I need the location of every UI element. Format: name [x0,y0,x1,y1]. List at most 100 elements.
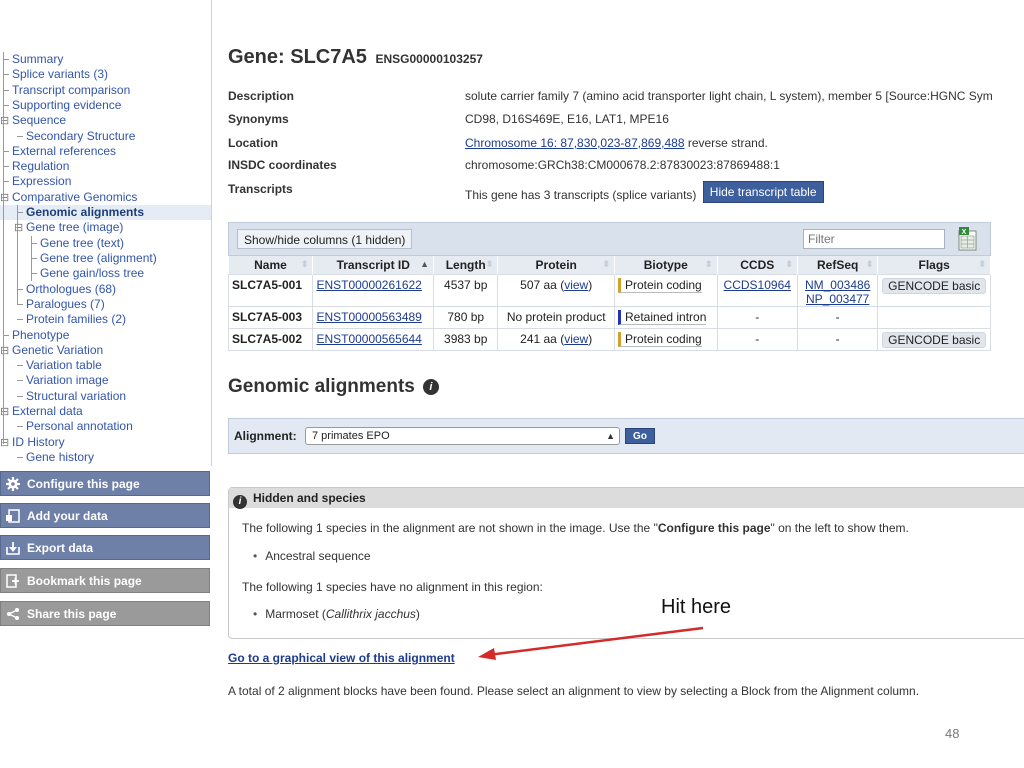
column-header[interactable]: Flags ⬍ [877,256,991,274]
alignment-label: Alignment: [234,429,297,443]
sidebar-item[interactable]: Regulation [0,159,69,174]
hidden-text-post: " on the left to show them. [770,521,909,535]
protein-view-link[interactable]: view [564,332,588,346]
sidebar-item-label: Expression [12,174,72,188]
refseq-empty: - [835,331,840,346]
cell-transcript-id: ENST00000563489 [312,305,435,329]
column-header[interactable]: Length ⬍ [433,256,499,274]
sidebar-item-label: Sequence [12,113,67,127]
configure-this-pagebutton[interactable]: Configure this page [0,471,210,496]
sidebar-item[interactable]: Variation table [0,358,102,373]
graphical-view-link[interactable]: Go to a graphical view of this alignment [228,651,455,665]
transcript-table: Name ⬍ Transcript ID ▲ Length ⬍ Protein ⬍ Biotyp… [227,256,991,351]
sort-icon[interactable]: ⬍ [866,259,874,270]
transcript-id-link[interactable]: ENST00000563489 [316,310,421,324]
cell-length: 4537 bp [433,273,499,307]
sort-icon[interactable]: ⬍ [785,259,793,270]
sidebar-item[interactable]: External references [0,144,116,159]
tree-connector [17,426,23,427]
sidebar-item[interactable]: Paralogues (7) [0,297,105,312]
sort-icon[interactable]: ▲ [420,259,429,269]
protein-view-link[interactable]: view [564,278,588,292]
sidebar-item[interactable]: ⊟ External data [0,404,83,419]
sort-icon[interactable]: ⬍ [602,259,610,270]
sidebar-item[interactable]: ⊟ Sequence [0,113,66,128]
sidebar-item[interactable]: Gene gain/loss tree [0,266,144,281]
column-header[interactable]: Name ⬍ [228,256,314,274]
transcript-name: SLC7A5-001 [232,277,303,292]
species-latin-name: Callithrix jacchus [325,607,416,621]
collapse-toggle-icon[interactable]: ⊟ [14,221,26,236]
sidebar-item[interactable]: ⊟ Comparative Genomics [0,190,137,205]
sidebar-item-label: Personal annotation [26,419,133,433]
cell-ccds: - [716,327,798,351]
transcript-id-link[interactable]: ENST00000565644 [316,332,421,346]
tree-connector [3,52,4,444]
column-header[interactable]: CCDS ⬍ [717,256,798,274]
sidebar-item[interactable]: Transcript comparison [0,83,130,98]
collapse-toggle-icon[interactable]: ⊟ [0,436,12,451]
sidebar-item[interactable]: ⊟ ID History [0,435,65,450]
cell-biotype: Protein coding [614,327,718,351]
biotype-label[interactable]: Protein coding [618,277,702,293]
bookmark-icon [5,573,21,589]
cell-protein: No protein product [497,305,615,329]
table-row: SLC7A5-001 ENST00000261622 4537 bp 507 aa (… [227,273,991,307]
collapse-toggle-icon[interactable]: ⊟ [0,405,12,420]
column-header[interactable]: Transcript ID ▲ [312,256,435,274]
table-row: SLC7A5-003 ENST00000563489 780 bp No protei… [227,305,991,329]
info-icon[interactable]: i [422,379,439,395]
cell-length: 3983 bp [433,327,499,351]
transcripts-label: Transcripts [228,182,293,196]
refseq-link[interactable]: NP_003477 [806,292,869,306]
show-hide-columns-button[interactable]: Show/hide columns (1 hidden) [237,229,413,249]
collapse-toggle-icon[interactable]: ⊟ [0,191,12,206]
info-icon: i [233,495,247,509]
column-header[interactable]: Protein ⬍ [497,256,615,274]
export-excel-icon[interactable]: X [958,227,978,251]
sort-icon[interactable]: ⬍ [978,259,986,270]
tree-connector [17,380,23,381]
sidebar-item-label: Variation table [26,358,102,372]
add-your-databutton[interactable]: Add your data [0,503,210,528]
sidebar-item[interactable]: Summary [0,52,63,67]
species-common-name: Marmoset ( [265,607,326,621]
column-header[interactable]: RefSeq ⬍ [797,256,879,274]
collapse-toggle-icon[interactable]: ⊟ [0,344,12,359]
biotype-label[interactable]: Protein coding [618,331,702,347]
sidebar-item[interactable]: Gene tree (alignment) [0,251,157,266]
export-databutton[interactable]: Export data [0,535,210,560]
status-badge: GENCODE basic [882,331,987,348]
sidebar-item[interactable]: Supporting evidence [0,98,121,113]
bookmark-this-pagebutton[interactable]: Bookmark this page [0,568,210,593]
share-this-pagebutton[interactable]: Share this page [0,601,210,626]
sort-icon[interactable]: ⬍ [705,259,713,270]
collapse-toggle-icon[interactable]: ⊟ [0,114,12,129]
species-name-close: ) [415,607,420,621]
biotype-label[interactable]: Retained intron [618,309,707,325]
hidden-species-text: The following 1 species in the alignment… [242,521,909,535]
transcript-id-link[interactable]: ENST00000261622 [316,278,421,292]
sidebar-item[interactable]: Phenotype [0,328,69,343]
sidebar-item[interactable]: Gene history [0,450,94,465]
hide-transcript-table-button[interactable]: Hide transcript table [702,181,824,203]
sidebar-item[interactable]: ⊟ Genetic Variation [0,343,103,358]
go-button[interactable]: Go [625,428,655,444]
sidebar-item[interactable]: ⊟ Gene tree (image) [0,220,123,235]
column-header[interactable]: Biotype ⬍ [614,256,718,274]
ccds-link[interactable]: CCDS10964 [724,278,791,292]
location-link[interactable]: Chromosome 16: 87,830,023-87,869,488 [465,136,685,150]
sidebar-item[interactable]: Gene tree (text) [0,236,124,251]
alignment-select[interactable]: 7 primates EPO ▲ [305,427,620,445]
sidebar-item[interactable]: Splice variants (3) [0,67,108,82]
filter-input[interactable] [803,229,945,249]
sort-icon[interactable]: ⬍ [301,259,309,270]
sort-icon[interactable]: ⬍ [486,259,494,270]
sidebar-item-label: Gene tree (image) [26,220,124,234]
hit-here-annotation: Hit here [661,596,732,618]
sidebar-item[interactable]: Expression [0,174,71,189]
nav-tree: Summary Splice variants (3) Transcript com… [0,0,212,466]
sidebar-item[interactable]: Genomic alignments [0,205,211,220]
transcripts-value: This gene has 3 transcripts (splice vari… [465,181,824,203]
refseq-link[interactable]: NM_003486 [805,278,870,292]
